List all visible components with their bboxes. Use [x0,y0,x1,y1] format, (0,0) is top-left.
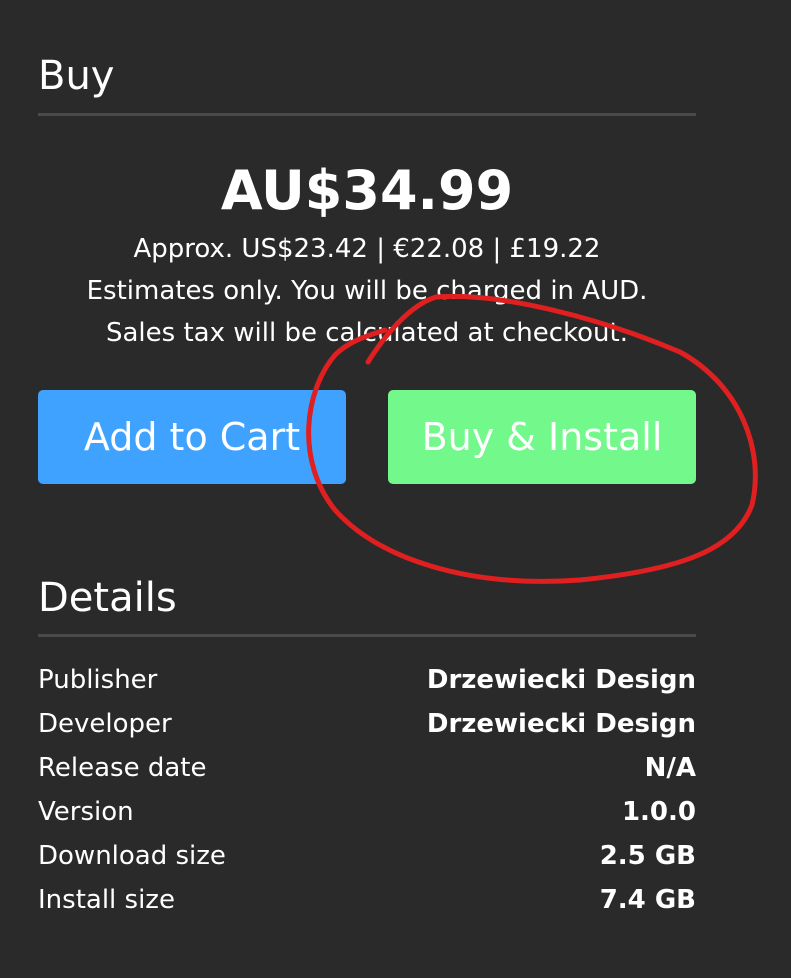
price: AU$34.99 [220,159,514,222]
detail-label: Version [38,797,134,827]
details-divider [38,634,696,637]
detail-value: N/A [644,753,696,783]
tax-note: Sales tax will be calculated at checkout… [106,318,628,348]
detail-row-developer: Developer Drzewiecki Design [38,702,696,746]
detail-row-publisher: Publisher Drzewiecki Design [38,658,696,702]
add-to-cart-button[interactable]: Add to Cart [38,390,346,484]
detail-label: Release date [38,753,207,783]
detail-row-download-size: Download size 2.5 GB [38,834,696,878]
details-section-title: Details [38,575,177,621]
detail-value: 1.0.0 [621,797,696,827]
buy-divider [38,113,696,116]
buy-section-title: Buy [38,53,115,99]
detail-label: Developer [38,709,172,739]
detail-value: Drzewiecki Design [426,709,696,739]
detail-row-install-size: Install size 7.4 GB [38,878,696,922]
approx-price: Approx. US$23.42 | €22.08 | £19.22 [133,234,601,264]
detail-value: Drzewiecki Design [426,665,696,695]
detail-row-release-date: Release date N/A [38,746,696,790]
detail-label: Download size [38,841,226,871]
detail-value: 7.4 GB [599,885,696,915]
detail-label: Publisher [38,665,158,695]
detail-value: 2.5 GB [599,841,696,871]
buy-install-button[interactable]: Buy & Install [388,390,696,484]
detail-row-version: Version 1.0.0 [38,790,696,834]
detail-label: Install size [38,885,175,915]
estimate-note: Estimates only. You will be charged in A… [86,276,648,306]
